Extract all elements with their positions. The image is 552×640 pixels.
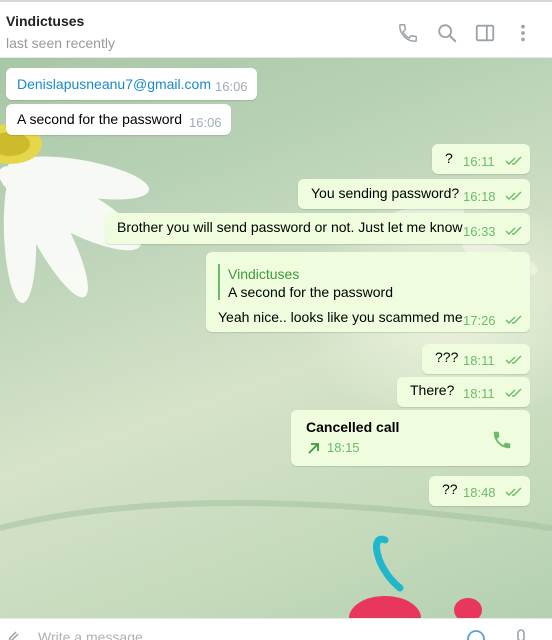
- message-text: Brother you will send password or not. J…: [117, 219, 463, 235]
- call-time: 18:15: [327, 440, 360, 455]
- attach-icon[interactable]: [6, 629, 22, 640]
- read-check-icon: [505, 388, 522, 397]
- contact-name[interactable]: Vindictuses: [6, 13, 84, 29]
- call-message[interactable]: Cancelled call 18:15: [291, 410, 530, 466]
- read-check-icon: [505, 355, 522, 364]
- read-check-icon: [505, 191, 522, 200]
- message-time: 17:26: [463, 313, 496, 328]
- sidebar-toggle-icon[interactable]: [474, 22, 496, 44]
- read-check-icon: [505, 156, 522, 165]
- reply-quote-bar: [218, 264, 220, 300]
- message-text: ??: [442, 481, 458, 497]
- outgoing-message[interactable]: ??? 18:11: [422, 344, 530, 374]
- outgoing-message[interactable]: There? 18:11: [397, 377, 530, 407]
- reply-author[interactable]: Vindictuses: [228, 266, 299, 282]
- phone-icon[interactable]: [397, 22, 419, 44]
- message-input[interactable]: Write a message...: [38, 629, 154, 640]
- chat-history[interactable]: Denislapusneanu7@gmail.com 16:06 A secon…: [0, 58, 552, 618]
- outgoing-reply-message[interactable]: Vindictuses A second for the password Ye…: [206, 252, 530, 332]
- message-time: 18:48: [463, 485, 496, 500]
- microphone-icon[interactable]: [514, 629, 528, 640]
- incoming-message[interactable]: A second for the password 16:06: [6, 104, 231, 135]
- outgoing-message[interactable]: ? 16:11: [432, 144, 530, 174]
- message-time: 18:11: [463, 353, 495, 368]
- message-text: A second for the password: [17, 111, 182, 127]
- message-text: There?: [410, 382, 455, 398]
- message-composer: Write a message...: [0, 618, 552, 640]
- message-time: 16:11: [463, 154, 495, 169]
- search-icon[interactable]: [436, 22, 458, 44]
- read-check-icon: [505, 226, 522, 235]
- emoji-icon[interactable]: [466, 629, 486, 640]
- email-link[interactable]: Denislapusneanu7@gmail.com: [17, 76, 211, 92]
- message-text: ???: [435, 349, 459, 365]
- incoming-message[interactable]: Denislapusneanu7@gmail.com 16:06: [6, 68, 257, 100]
- phone-icon[interactable]: [491, 429, 513, 451]
- read-check-icon: [505, 487, 522, 496]
- outgoing-message[interactable]: ?? 18:48: [429, 476, 530, 506]
- message-time: 16:18: [463, 189, 496, 204]
- sticker-cherry: [349, 535, 482, 618]
- outgoing-message[interactable]: You sending password? 16:18: [298, 179, 530, 209]
- message-time: 18:11: [463, 386, 495, 401]
- contact-status: last seen recently: [6, 35, 115, 51]
- message-time: 16:06: [215, 79, 248, 94]
- message-time: 16:33: [463, 224, 496, 239]
- message-text: ?: [445, 150, 453, 166]
- message-text: Yeah nice.. looks like you scammed me: [218, 309, 463, 325]
- read-check-icon: [505, 315, 522, 324]
- outgoing-arrow-icon: [308, 443, 319, 454]
- message-text: You sending password?: [311, 185, 460, 201]
- reply-quote-text: A second for the password: [228, 284, 393, 300]
- chat-header: Vindictuses last seen recently: [0, 0, 552, 58]
- outgoing-message[interactable]: Brother you will send password or not. J…: [105, 213, 530, 244]
- message-time: 16:06: [189, 115, 222, 130]
- more-vertical-icon[interactable]: [512, 22, 534, 44]
- call-title: Cancelled call: [306, 419, 400, 435]
